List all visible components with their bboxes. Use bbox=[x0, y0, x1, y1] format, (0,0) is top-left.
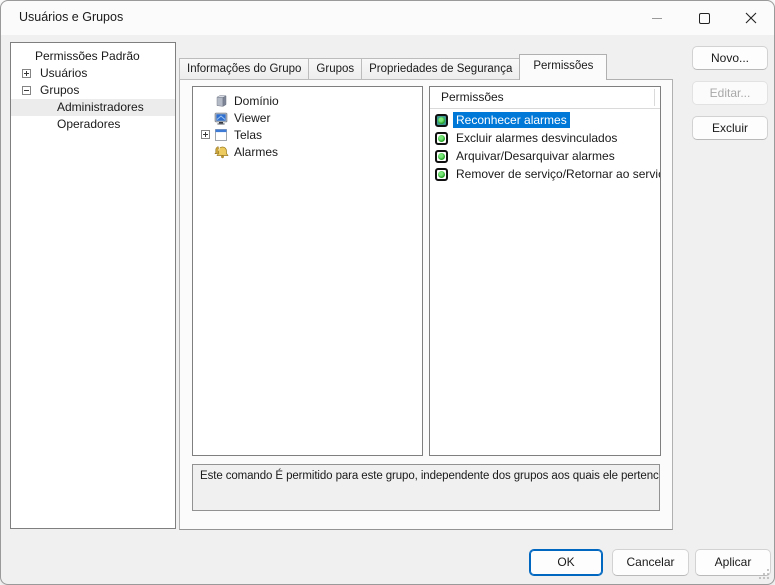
permission-label: Arquivar/Desarquivar alarmes bbox=[456, 149, 615, 163]
minimize-icon bbox=[652, 17, 662, 19]
permission-item-arquivar-desarquivar[interactable]: Arquivar/Desarquivar alarmes bbox=[430, 147, 660, 165]
tab-informacoes-do-grupo[interactable]: Informações do Grupo bbox=[179, 58, 310, 80]
maximize-button[interactable] bbox=[681, 1, 727, 35]
expand-plus-icon[interactable] bbox=[22, 69, 31, 78]
delete-button[interactable]: Excluir bbox=[692, 116, 768, 140]
sidebar-item-permissoes-padrao[interactable]: Permissões Padrão bbox=[11, 48, 175, 65]
tab-grupos[interactable]: Grupos bbox=[308, 58, 363, 80]
close-button[interactable] bbox=[729, 1, 773, 35]
permission-item-reconhecer-alarmes[interactable]: Reconhecer alarmes bbox=[430, 111, 660, 129]
server-cube-icon bbox=[216, 94, 227, 107]
new-button[interactable]: Novo... bbox=[692, 46, 768, 70]
tree-item-label: Viewer bbox=[234, 110, 271, 125]
window-title: Usuários e Grupos bbox=[19, 10, 124, 24]
window-icon bbox=[215, 128, 227, 141]
maximize-icon bbox=[698, 12, 710, 24]
minimize-button[interactable] bbox=[634, 1, 680, 35]
sidebar-item-grupos[interactable]: Grupos bbox=[11, 82, 175, 99]
groups-sidebar-tree: Permissões Padrão Usuários Grupos Admini… bbox=[10, 42, 176, 529]
tree-item-viewer[interactable]: Viewer bbox=[193, 109, 422, 126]
edit-button: Editar... bbox=[692, 81, 768, 105]
tab-propriedades-de-seguranca[interactable]: Propriedades de Segurança bbox=[361, 58, 521, 80]
sidebar-item-label: Permissões Padrão bbox=[35, 49, 140, 63]
green-dot-icon bbox=[435, 149, 448, 163]
tab-permissoes[interactable]: Permissões bbox=[519, 54, 608, 80]
tab-strip: Informações do Grupo Grupos Propriedades… bbox=[179, 54, 608, 80]
permissions-tab-page: Domínio Viewer Telas Alarmes Permissões … bbox=[179, 79, 673, 530]
sidebar-item-label: Operadores bbox=[57, 117, 121, 131]
cancel-button[interactable]: Cancelar bbox=[612, 549, 689, 576]
tree-item-label: Telas bbox=[234, 127, 263, 142]
bell-icon bbox=[214, 145, 229, 158]
resize-grip[interactable] bbox=[757, 567, 770, 580]
collapse-minus-icon[interactable] bbox=[22, 86, 31, 95]
permission-label: Reconhecer alarmes bbox=[453, 112, 570, 128]
ok-button[interactable]: OK bbox=[529, 549, 603, 576]
monitor-icon bbox=[214, 112, 228, 124]
green-dot bbox=[438, 116, 445, 124]
green-dot-icon bbox=[435, 113, 448, 127]
permission-description-box: Este comando É permitido para este grupo… bbox=[192, 464, 660, 511]
close-icon bbox=[745, 12, 757, 24]
green-dot bbox=[438, 170, 445, 178]
permission-hit-area: Arquivar/Desarquivar alarmes bbox=[434, 148, 619, 164]
sidebar-item-usuarios[interactable]: Usuários bbox=[11, 65, 175, 82]
tree-item-label: Alarmes bbox=[234, 144, 279, 159]
green-dot bbox=[438, 134, 445, 142]
tree-item-alarmes[interactable]: Alarmes bbox=[193, 143, 422, 160]
expand-plus-icon[interactable] bbox=[201, 130, 210, 139]
sidebar-item-label: Administradores bbox=[57, 100, 144, 114]
permission-hit-area: Reconhecer alarmes bbox=[434, 112, 571, 128]
tree-item-telas[interactable]: Telas bbox=[193, 126, 422, 143]
title-bar: Usuários e Grupos bbox=[1, 1, 774, 35]
tree-item-dominio[interactable]: Domínio bbox=[193, 92, 422, 109]
permission-label: Remover de serviço/Retornar ao serviço a… bbox=[456, 167, 660, 181]
permission-hit-area: Remover de serviço/Retornar ao serviço a… bbox=[434, 166, 660, 182]
sidebar-item-administradores[interactable]: Administradores bbox=[11, 99, 175, 116]
green-dot-icon bbox=[435, 131, 448, 145]
permission-item-remover-de-servico[interactable]: Remover de serviço/Retornar ao serviço a… bbox=[430, 165, 660, 183]
permissions-column-header[interactable]: Permissões bbox=[430, 87, 660, 109]
object-tree-panel: Domínio Viewer Telas Alarmes bbox=[192, 86, 423, 456]
permission-item-excluir-alarmes[interactable]: Excluir alarmes desvinculados bbox=[430, 129, 660, 147]
green-dot-icon bbox=[435, 167, 448, 181]
permission-hit-area: Excluir alarmes desvinculados bbox=[434, 130, 621, 146]
permissions-list-panel: Permissões Reconhecer alarmes Excluir al… bbox=[429, 86, 661, 456]
green-dot bbox=[438, 152, 445, 160]
permission-label: Excluir alarmes desvinculados bbox=[456, 131, 618, 145]
sidebar-item-operadores[interactable]: Operadores bbox=[11, 116, 175, 133]
users-groups-dialog: Usuários e Grupos Permissões Padrão Usuá… bbox=[0, 0, 775, 585]
tree-item-label: Domínio bbox=[234, 93, 279, 108]
